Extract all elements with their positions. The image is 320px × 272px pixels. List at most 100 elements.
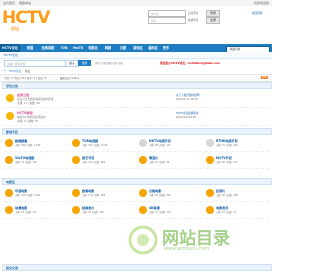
username-field[interactable]: 用户名 [148, 10, 186, 17]
main-nav: HCTV论坛 家园 经典美剧 TVB YesTV 电影区 韩剧 日剧 游戏区 福利区 更多快速导航 [0, 44, 272, 53]
forum-card[interactable]: 4K高清 主题: 27 | 帖数: 133 [138, 203, 202, 219]
crumb-home[interactable]: HCTV论坛 [9, 69, 21, 73]
password-placeholder: 密码 [151, 19, 157, 23]
newest-member[interactable]: 最新会员: helloy [60, 76, 79, 80]
nav-item[interactable]: 日剧 [116, 44, 130, 52]
forum-card[interactable]: ViuTV电视剧 主题: 74 | 帖数: 390 [4, 153, 68, 169]
search-placeholder: 请输入搜索内容 [7, 62, 26, 66]
nav-item[interactable]: 家园 [22, 44, 38, 52]
search-input[interactable]: 请输入搜索内容 [4, 60, 66, 67]
forum-card[interactable]: HKTV电视节目 主题: 58 | 帖数: 431 [138, 136, 202, 152]
forum-card[interactable]: 日韩电影 主题: 92 | 帖数: 510 [138, 186, 202, 202]
site-logo[interactable]: HCTV 论坛 [2, 8, 50, 38]
forum-stats: 主题: 210 | 帖数: 1,502 [15, 194, 41, 197]
forum-icon [206, 156, 214, 164]
logo-text: HCTV [2, 8, 50, 28]
section-header[interactable]: 论坛公告 [2, 82, 272, 89]
forum-stats: 主题: 45 | 帖数: 188 [216, 194, 238, 197]
forum-icon [72, 156, 80, 164]
forum-card[interactable]: 动漫电影 主题: 63 | 帖数: 277 [4, 203, 68, 219]
search-row: 请输入搜索内容 帖子 搜索 热搜: 美剧 韩剧 电影 日剧 欢迎加入HCTV论坛… [0, 58, 272, 68]
forum-card[interactable]: 电影资讯 主题: 19 | 帖数: 74 [205, 203, 269, 219]
nav-item[interactable]: 游戏区 [131, 44, 145, 52]
forum-icon [5, 156, 13, 164]
last-post-title[interactable]: HCTV论坛招募版主 [176, 111, 199, 115]
nav-item[interactable]: TVB [58, 44, 70, 52]
rss-icon[interactable]: RSS [261, 75, 268, 79]
watermark-text: 网站目录 [162, 229, 230, 249]
nav-item[interactable]: YesTV [71, 44, 85, 52]
logo-sub: 论坛 [11, 26, 19, 31]
nav-item[interactable]: 韩剧 [101, 44, 115, 52]
forum-stats: 主题: 11 | 帖数: 46 [17, 101, 40, 105]
section-header[interactable]: 综合交流 [2, 264, 272, 271]
forum-card[interactable]: 纪录片 主题: 45 | 帖数: 188 [205, 186, 269, 202]
forum-icon [206, 189, 214, 197]
forum-card[interactable]: RTHK电视节目 主题: 37 | 帖数: 202 [205, 136, 269, 152]
forum-icon [5, 139, 13, 147]
search-button[interactable]: 搜索 [78, 60, 91, 66]
home-icon[interactable]: ⌂ [4, 69, 6, 72]
hot-searches: 热搜: 美剧 韩剧 电影 日剧 [95, 62, 123, 65]
bookmark-link[interactable]: 收藏本站 [19, 1, 31, 5]
quick-nav-label: 快速导航 [230, 48, 241, 52]
forum-card[interactable]: MyTV节目 主题: 66 | 帖数: 311 [205, 153, 269, 169]
nav-item[interactable]: 更多 [160, 44, 172, 52]
nav-item[interactable]: HCTV论坛 [0, 44, 20, 52]
last-post-title[interactable]: 关于下载问题的说明 [176, 93, 199, 97]
forum-icon [139, 156, 147, 164]
password-field[interactable]: 密码 [148, 17, 186, 24]
section-title: 影视专区 [6, 129, 19, 134]
forum-stats: 主题: 186 | 帖数: 1,240 [15, 144, 41, 147]
forum-card[interactable]: 欧美剧集 主题: 186 | 帖数: 1,240 [4, 136, 68, 152]
username-placeholder: 用户名 [151, 12, 159, 16]
nav-item[interactable]: 电影区 [86, 44, 100, 52]
forum-stats: 主题: 27 | 帖数: 133 [149, 211, 171, 214]
forum-icon [139, 189, 147, 197]
announcement-text: 欢迎加入HCTV论坛 - hctvbbs@gmail.com [160, 61, 220, 65]
watermark-url: www.wzmulu.com [164, 246, 209, 252]
forum-stats: 主题: 143 | 帖数: 860 [82, 161, 106, 164]
forum-card[interactable]: TVB电视剧 主题: 312 | 帖数: 2,106 [71, 136, 135, 152]
forum-card[interactable]: 华语电影 主题: 210 | 帖数: 1,502 [4, 186, 68, 202]
forum-stats: 主题: 176 | 帖数: 980 [82, 194, 106, 197]
nav-item[interactable]: 福利区 [146, 44, 160, 52]
forgot-password-link[interactable]: 找回密码 [252, 11, 262, 15]
forum-stats: 主题: 92 | 帖数: 510 [149, 194, 171, 197]
forum-card[interactable]: 经典老片 主题: 38 | 帖数: 160 [71, 203, 135, 219]
search-scope-select[interactable]: 帖子 [65, 60, 79, 67]
forum-card[interactable]: 粤语片 主题: 21 | 帖数: 98 [138, 153, 202, 169]
section-title: 论坛公告 [6, 83, 19, 88]
forum-row[interactable]: HCTV新闻 本版为TVB新闻资讯发布 主题: 9 | 帖数: 52 HCTV论坛招募… [4, 108, 268, 126]
register-button[interactable]: 注册 [206, 17, 220, 24]
last-post-time: 2015-2-8 09:30 [176, 116, 197, 119]
forum-icon [206, 206, 214, 214]
forum-icon [6, 94, 14, 102]
forum-card[interactable]: 欧美电影 主题: 176 | 帖数: 980 [71, 186, 135, 202]
watermark-logo-icon [128, 225, 158, 255]
forum-icon [72, 139, 80, 147]
wide-mode-link[interactable]: 切换到宽版 [254, 1, 269, 5]
last-post-time: 2015-6-17 14:22 [176, 98, 198, 101]
quick-login[interactable]: 快捷登录 [188, 18, 198, 22]
forum-stats: 主题: 9 | 帖数: 52 [17, 119, 39, 123]
forum-icon [5, 206, 13, 214]
forum-icon [5, 189, 13, 197]
section-title: 综合交流 [6, 265, 19, 270]
set-homepage-link[interactable]: 设为首页 [3, 1, 15, 5]
forum-stats: 主题: 37 | 帖数: 202 [216, 144, 238, 147]
subbar-text[interactable]: HCTV论坛 [4, 53, 18, 57]
watermark: 网站目录 www.wzmulu.com [128, 222, 268, 262]
section-header[interactable]: 电影区 [2, 178, 272, 185]
forum-card[interactable]: 综艺节目 主题: 143 | 帖数: 860 [71, 153, 135, 169]
login-box: 用户名 密码 自动登录 快捷登录 登录 注册 找回密码 [148, 10, 270, 34]
forum-stats: 主题: 66 | 帖数: 311 [216, 161, 238, 164]
login-button[interactable]: 登录 [206, 10, 220, 17]
remember-me[interactable]: 自动登录 [188, 11, 198, 15]
nav-item[interactable]: 经典美剧 [40, 44, 56, 52]
forum-icon [139, 206, 147, 214]
forum-row[interactable]: 站务公告 论坛公告及相关事项的发布区域 主题: 11 | 帖数: 46 关于下载问题的… [4, 90, 268, 108]
search-scope-label: 帖子 [69, 62, 75, 65]
forum-icon [6, 112, 14, 120]
section-header[interactable]: 影视专区 [2, 128, 272, 135]
